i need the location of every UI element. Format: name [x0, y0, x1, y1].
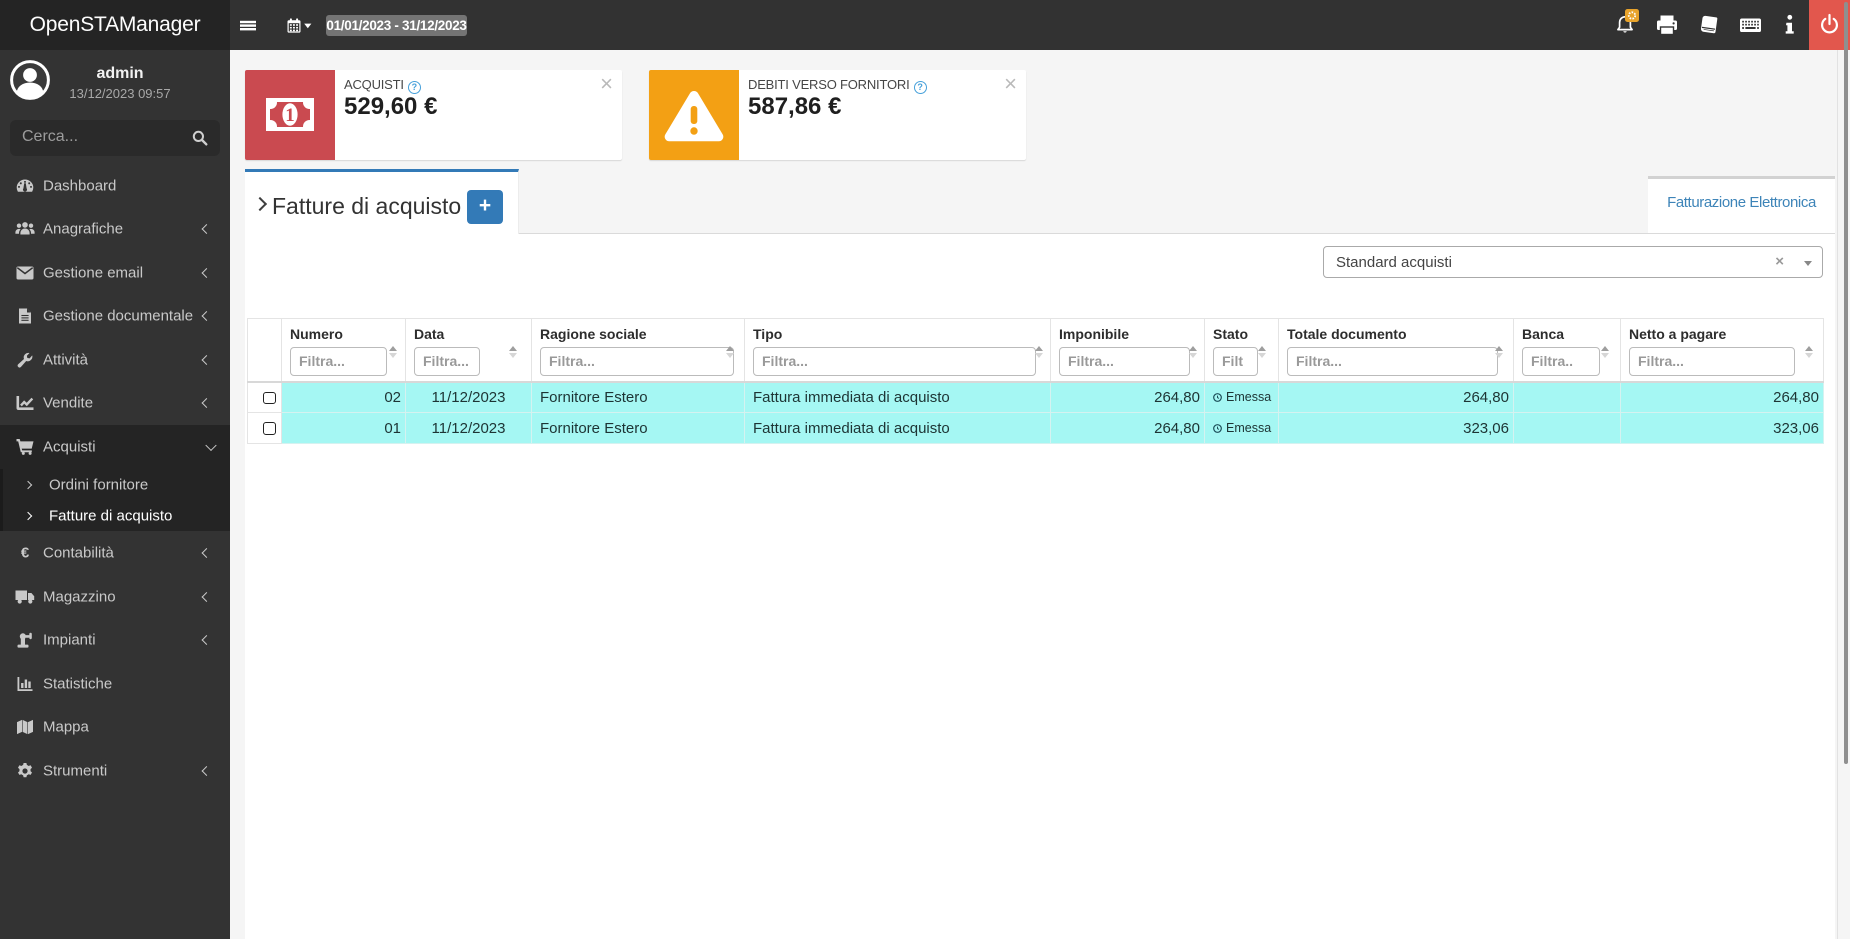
svg-text:1: 1 [285, 105, 295, 126]
